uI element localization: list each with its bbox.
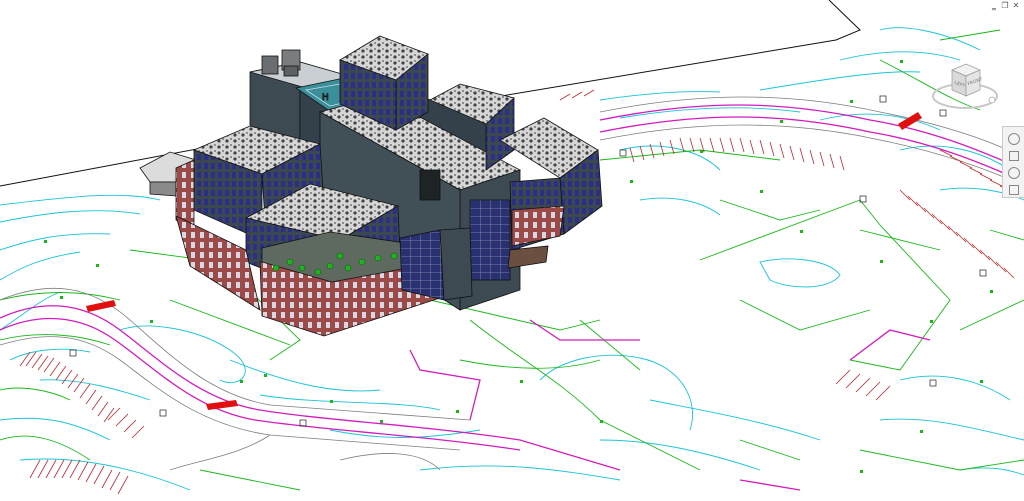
minimize-icon[interactable]: ‗ (990, 2, 998, 10)
site-model-drawing: H (0, 0, 1024, 495)
close-icon[interactable]: ✕ (1012, 2, 1020, 10)
viewcube[interactable]: LEFT FRONT (930, 52, 1000, 122)
steering-wheel-icon[interactable] (1007, 133, 1020, 145)
zoom-icon[interactable] (1007, 167, 1020, 179)
restore-icon[interactable]: ❐ (1001, 2, 1009, 10)
pan-icon[interactable] (1008, 151, 1019, 161)
home-icon (988, 96, 996, 104)
svg-text:H: H (322, 93, 329, 103)
orbit-icon[interactable] (1008, 185, 1019, 195)
viewport-window-controls: ‗ ❐ ✕ (990, 2, 1020, 10)
hospital-building-model: H (139, 35, 603, 337)
3d-model-viewport[interactable]: H ‗ ❐ ✕ LEFT FRONT (0, 0, 1024, 501)
navigation-bar (1002, 126, 1024, 198)
